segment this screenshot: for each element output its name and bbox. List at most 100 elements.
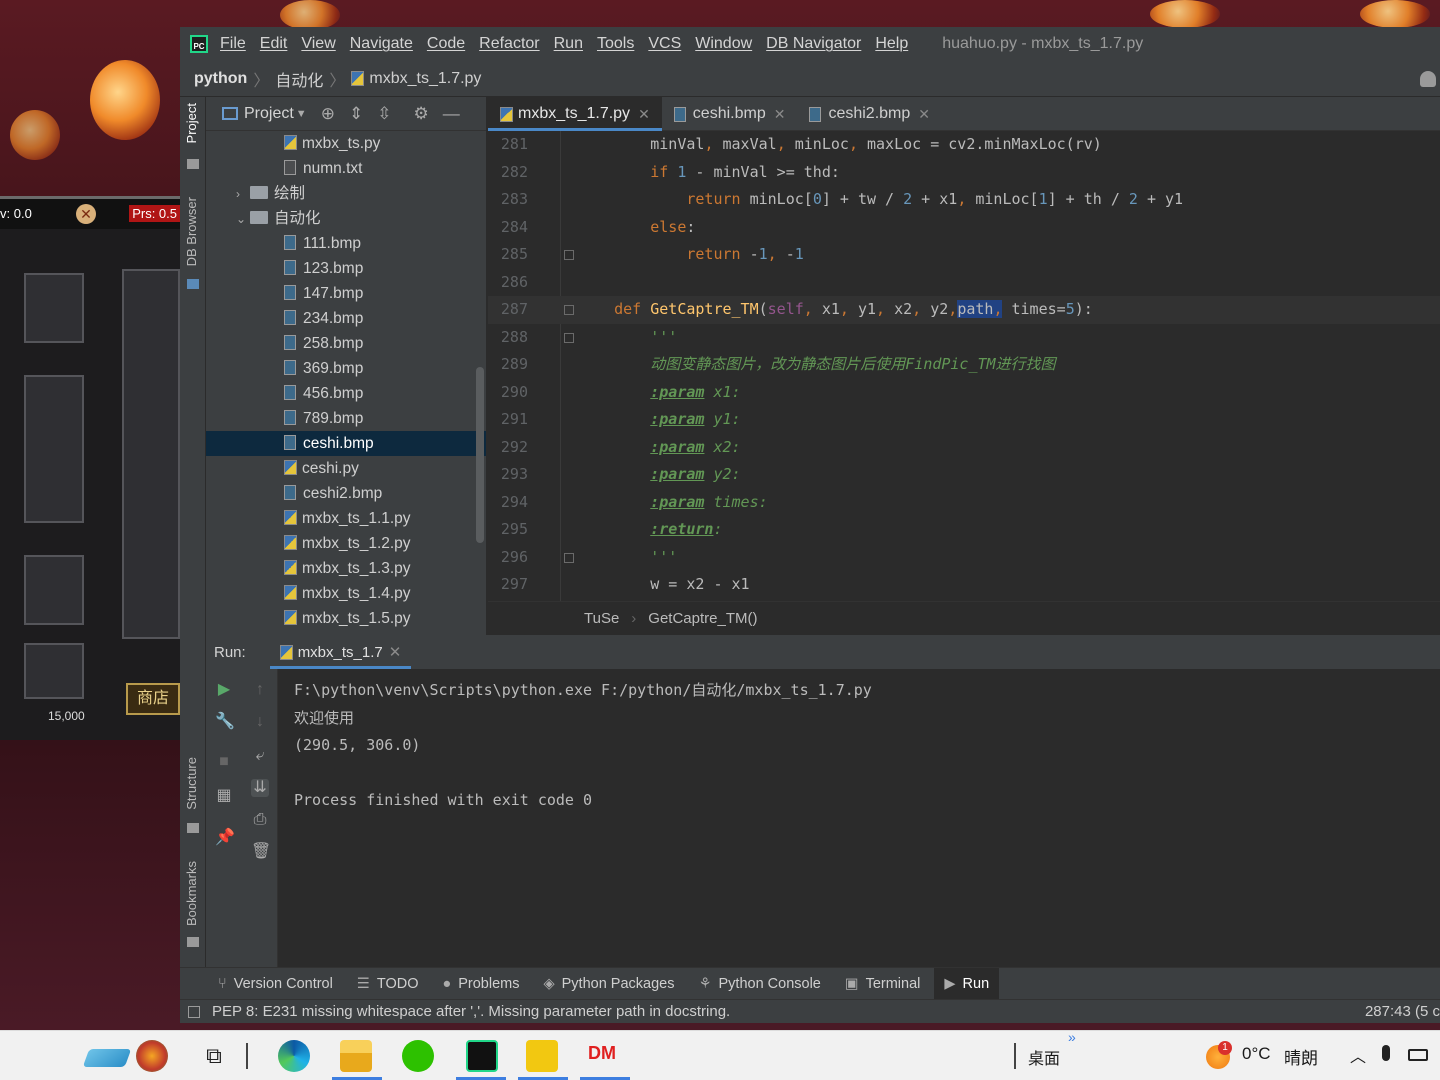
tree-file[interactable]: 258.bmp xyxy=(206,331,486,356)
tree-file[interactable]: 789.bmp xyxy=(206,406,486,431)
tab-python-packages[interactable]: ◈ Python Packages xyxy=(543,968,674,1000)
toggle-tool-windows-icon[interactable] xyxy=(188,1005,200,1018)
tree-file[interactable]: ceshi.py xyxy=(206,456,486,481)
fold-icon[interactable] xyxy=(564,332,574,343)
gear-icon[interactable]: ⚙ xyxy=(413,104,428,124)
code-line[interactable]: 291 :param y1: xyxy=(488,406,1440,434)
file-explorer-icon[interactable] xyxy=(340,1040,372,1072)
tree-file[interactable]: mxbx_ts_1.1.py xyxy=(206,506,486,531)
tree-file[interactable]: 456.bmp xyxy=(206,381,486,406)
weather-condition[interactable]: 晴朗 xyxy=(1284,1044,1318,1069)
fold-icon[interactable] xyxy=(564,250,574,260)
stop-icon[interactable]: ■ xyxy=(215,753,233,771)
tab-python-console[interactable]: ⚘ Python Console xyxy=(699,968,821,1000)
console-output[interactable]: F:\python\venv\Scripts\python.exe F:/pyt… xyxy=(286,669,1440,967)
tree-file[interactable]: 123.bmp xyxy=(206,256,486,281)
cursor-position[interactable]: 287:43 (5 c xyxy=(1365,1003,1440,1020)
menu-file[interactable]: File xyxy=(220,35,246,53)
code-line[interactable]: 286 xyxy=(488,269,1440,297)
tab-todo[interactable]: ☰ TODO xyxy=(357,968,419,1000)
code-line[interactable]: 292 :param x2: xyxy=(488,434,1440,462)
equipment-slot[interactable] xyxy=(24,643,84,699)
inventory-grid[interactable] xyxy=(122,269,180,639)
project-panel-title[interactable]: Project xyxy=(244,105,294,123)
editor-tab[interactable]: mxbx_ts_1.7.py ✕ xyxy=(488,97,662,131)
status-message[interactable]: PEP 8: E231 missing whitespace after ','… xyxy=(212,1003,730,1020)
menu-vcs[interactable]: VCS xyxy=(648,35,681,53)
edge-browser-icon[interactable] xyxy=(278,1040,310,1072)
tree-file[interactable]: 369.bmp xyxy=(206,356,486,381)
editor-tab[interactable]: ceshi2.bmp ✕ xyxy=(797,97,942,131)
soft-wrap-icon[interactable]: ⤶ xyxy=(251,747,269,765)
code-line[interactable]: 297 w = x2 - x1 xyxy=(488,571,1440,599)
dm-app-icon[interactable]: DM xyxy=(588,1043,616,1064)
task-view-icon[interactable]: ⧉ xyxy=(198,1040,230,1072)
desktop-toolbar-label[interactable]: 桌面 xyxy=(1028,1045,1060,1069)
user-icon[interactable] xyxy=(1420,71,1436,87)
chevron-right-icon[interactable]: › xyxy=(236,182,250,207)
close-icon[interactable]: ✕ xyxy=(638,106,650,123)
code-line[interactable]: 295 :return: xyxy=(488,516,1440,544)
tree-file[interactable]: 234.bmp xyxy=(206,306,486,331)
tree-file[interactable]: mxbx_ts_1.2.py xyxy=(206,531,486,556)
tree-scrollbar[interactable] xyxy=(476,367,484,543)
tab-problems[interactable]: ● Problems xyxy=(442,968,519,1000)
equipment-slot[interactable] xyxy=(24,273,84,343)
code-area[interactable]: 281 minVal, maxVal, minLoc, maxLoc = cv2… xyxy=(488,131,1440,601)
menu-view[interactable]: View xyxy=(301,35,335,53)
app-icon-swim[interactable] xyxy=(82,1049,132,1067)
tree-file[interactable]: 111.bmp xyxy=(206,231,486,256)
scroll-to-end-icon[interactable]: ⇊ xyxy=(251,779,269,797)
close-icon[interactable]: ✕ xyxy=(389,643,402,661)
nav-folder[interactable]: 自动化 xyxy=(275,67,323,91)
tree-file[interactable]: ceshi.bmp xyxy=(206,431,486,456)
shop-button[interactable]: 商店 xyxy=(126,683,180,715)
fold-icon[interactable] xyxy=(564,552,574,563)
menu-window[interactable]: Window xyxy=(695,35,752,53)
tab-run[interactable]: ▶ Run xyxy=(934,967,1000,1000)
chevron-down-icon[interactable]: ⌄ xyxy=(236,207,250,232)
fold-icon[interactable] xyxy=(564,305,574,315)
tree-file[interactable]: mxbx_ts_1.4.py xyxy=(206,581,486,606)
code-line[interactable]: 284 else: xyxy=(488,214,1440,242)
menu-code[interactable]: Code xyxy=(427,35,465,53)
trash-icon[interactable]: 🗑 xyxy=(251,843,271,861)
game-window[interactable]: v: 0.0 ✕ Prs: 0.5 商店 15,000 xyxy=(0,196,180,740)
weather-temperature[interactable]: 0°C xyxy=(1242,1044,1271,1064)
nav-file[interactable]: mxbx_ts_1.7.py xyxy=(369,70,481,88)
equipment-slot[interactable] xyxy=(24,375,84,523)
tree-folder[interactable]: › 绘制 xyxy=(206,181,486,206)
tree-file[interactable]: ceshi2.bmp xyxy=(206,481,486,506)
run-config-tab[interactable]: mxbx_ts_1.7 ✕ xyxy=(269,635,412,669)
dropdown-icon[interactable]: ▼ xyxy=(296,108,307,120)
print-icon[interactable]: ⎙ xyxy=(251,811,269,829)
code-line[interactable]: 290 :param x1: xyxy=(488,379,1440,407)
tool-tab-db-browser[interactable]: DB Browser xyxy=(184,197,199,266)
code-line[interactable]: 282 if 1 - minVal >= thd: xyxy=(488,159,1440,187)
tree-file[interactable]: mxbx_ts_1.3.py xyxy=(206,556,486,581)
wrench-icon[interactable]: 🔧 xyxy=(215,713,235,731)
game-close-icon[interactable]: ✕ xyxy=(76,204,96,224)
tool-tab-bookmarks[interactable]: Bookmarks xyxy=(184,861,199,926)
code-line[interactable]: 283 return minLoc[0] + tw / 2 + x1, minL… xyxy=(488,186,1440,214)
tab-terminal[interactable]: ▣ Terminal xyxy=(845,968,921,1000)
battery-icon[interactable] xyxy=(1408,1049,1428,1061)
code-line[interactable]: 285 return -1, -1 xyxy=(488,241,1440,269)
menu-run[interactable]: Run xyxy=(554,35,583,53)
tree-folder[interactable]: ⌄ 自动化 xyxy=(206,206,486,231)
chevron-up-icon[interactable]: ︿ xyxy=(1350,1043,1366,1067)
app-icon-yellow[interactable] xyxy=(526,1040,558,1072)
code-line[interactable]: 289 动图变静态图片，改为静态图片后使用FindPic_TM进行找图 xyxy=(488,351,1440,379)
down-arrow-icon[interactable]: ↓ xyxy=(251,713,269,731)
menu-refactor[interactable]: Refactor xyxy=(479,35,539,53)
code-line[interactable]: 296 ''' xyxy=(488,544,1440,572)
menu-navigate[interactable]: Navigate xyxy=(350,35,413,53)
menu-help[interactable]: Help xyxy=(875,35,908,53)
tool-tab-project[interactable]: Project xyxy=(184,103,199,143)
code-line[interactable]: 281 minVal, maxVal, minLoc, maxLoc = cv2… xyxy=(488,131,1440,159)
expand-all-icon[interactable]: ⇕ xyxy=(349,104,363,124)
code-line[interactable]: 288 ''' xyxy=(488,324,1440,352)
collapse-all-icon[interactable]: ⇳ xyxy=(377,104,391,124)
code-line[interactable]: 287 def GetCaptre_TM(self, x1, y1, x2, y… xyxy=(488,296,1440,324)
locate-icon[interactable]: ⊕ xyxy=(321,104,335,124)
